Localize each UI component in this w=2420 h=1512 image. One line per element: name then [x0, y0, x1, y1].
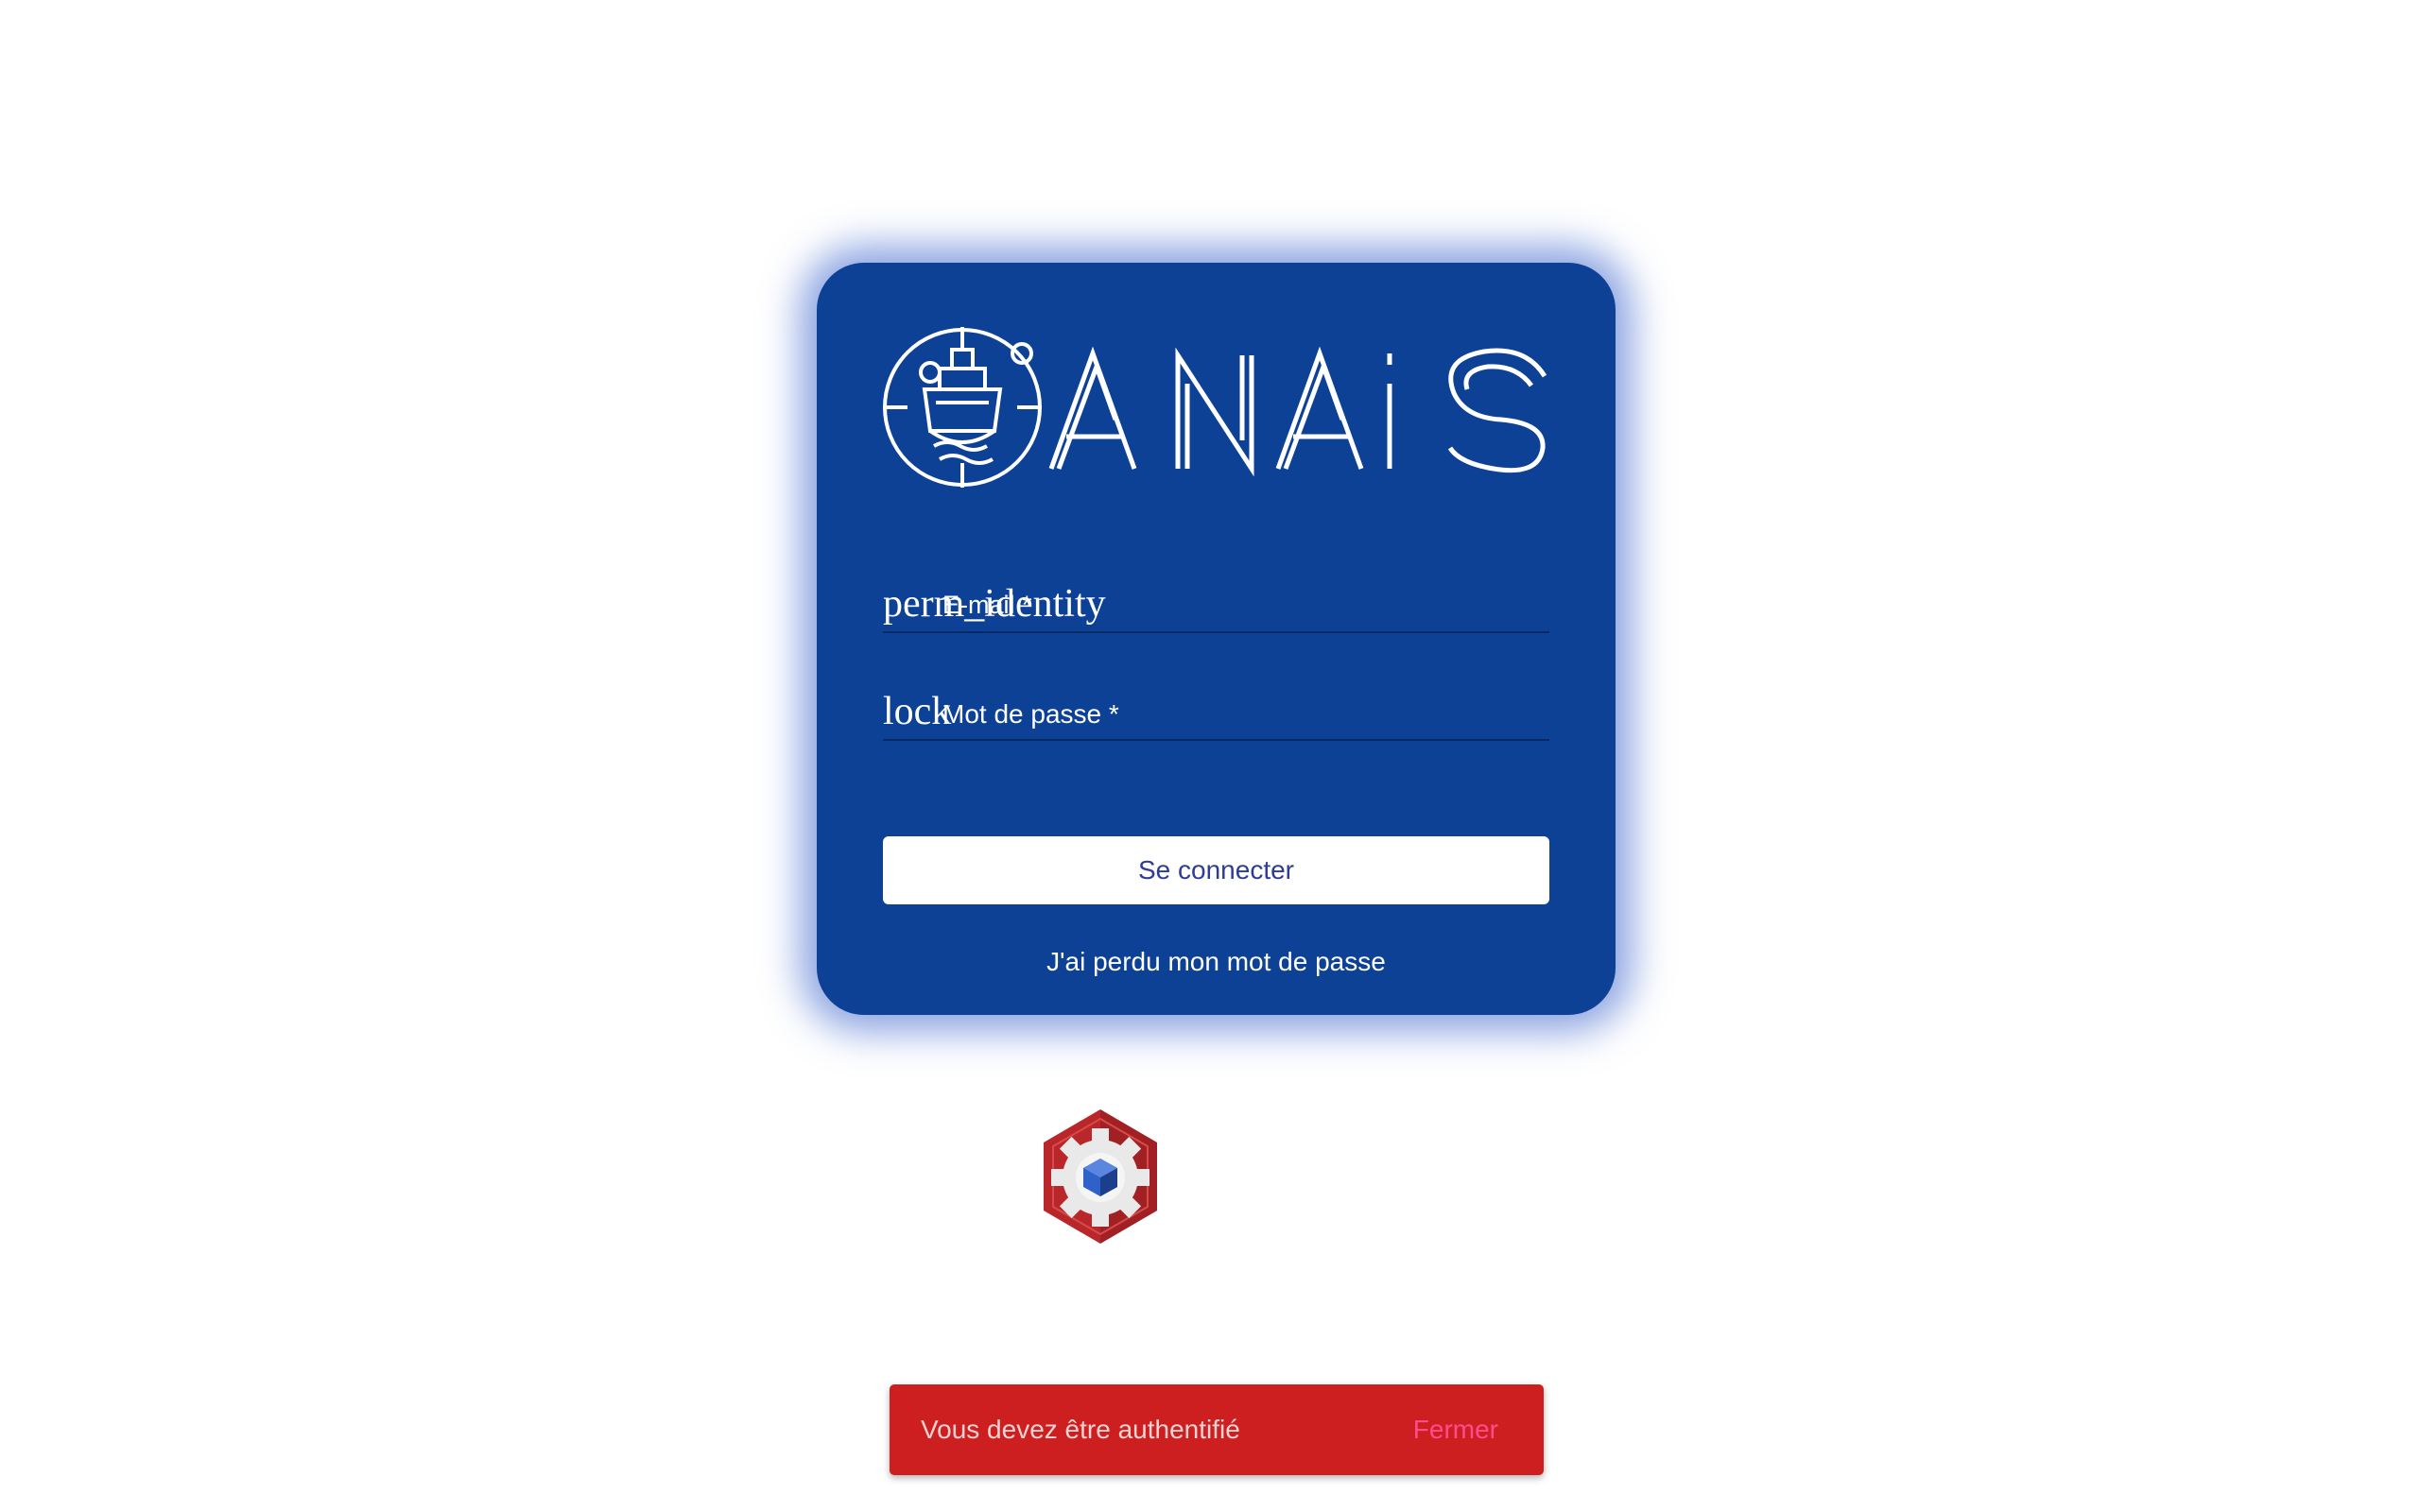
ship-radar-icon — [883, 327, 1042, 488]
page: perm_identity E-mail * lock Mot de passe… — [0, 0, 2420, 1512]
snackbar-close-button[interactable]: Fermer — [1413, 1384, 1498, 1475]
login-card: perm_identity E-mail * lock Mot de passe… — [817, 263, 1616, 1015]
email-input[interactable] — [942, 588, 1549, 627]
gear-cube-icon — [1044, 1109, 1157, 1244]
anais-logo — [883, 327, 1547, 488]
password-field[interactable]: lock Mot de passe * — [883, 682, 1549, 741]
error-snackbar: Vous devez être authentifié Fermer — [890, 1384, 1544, 1475]
lock-icon: lock — [883, 690, 952, 733]
password-input[interactable] — [942, 696, 1549, 735]
forgot-password-link[interactable]: J'ai perdu mon mot de passe — [817, 947, 1616, 977]
login-button[interactable]: Se connecter — [883, 836, 1549, 904]
snackbar-message: Vous devez être authentifié — [921, 1415, 1240, 1444]
anais-wordmark — [1048, 346, 1547, 477]
email-field[interactable]: perm_identity E-mail * — [883, 575, 1549, 633]
